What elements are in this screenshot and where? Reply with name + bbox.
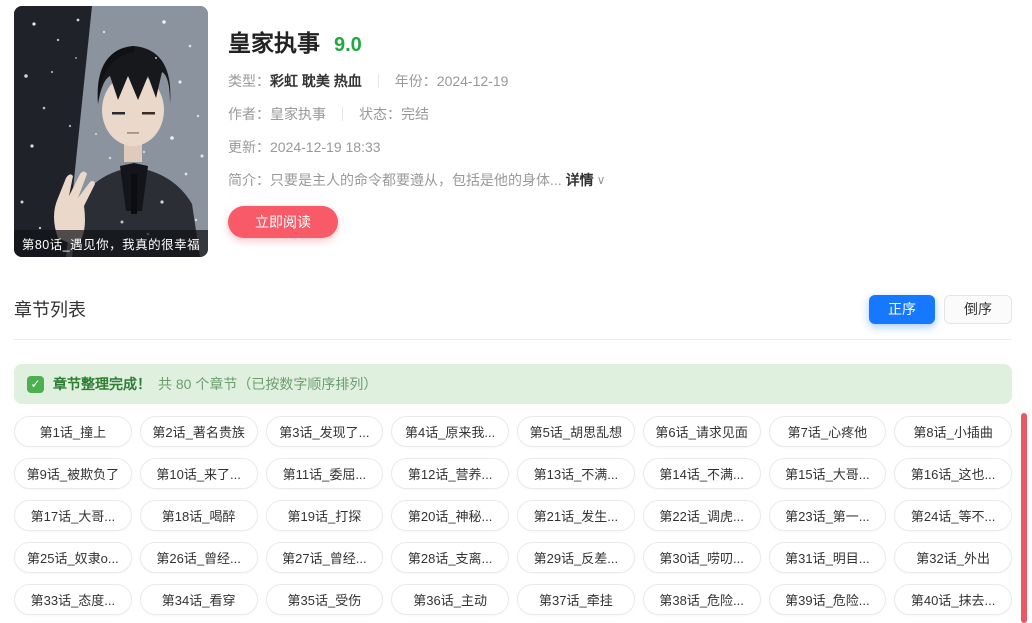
chapter-grid: 第1话_撞上第2话_著名贵族第3话_发现了...第4话_原来我... 第5话_胡思… bbox=[14, 416, 1012, 615]
cover-caption: 第80话_遇见你，我真的很幸福 bbox=[14, 230, 208, 257]
meta-line-type-year: 类型： 彩虹 耽美 热血 年份： 2024-12-19 bbox=[228, 71, 605, 91]
chapter-pill[interactable]: 第28话_支离... bbox=[391, 542, 509, 573]
sort-descending-button[interactable]: 倒序 bbox=[944, 295, 1012, 324]
rating-badge: 9.0 bbox=[334, 34, 362, 57]
status-label: 状态： bbox=[359, 104, 401, 124]
chapter-pill[interactable]: 第27话_曾经... bbox=[266, 542, 384, 573]
notice-bold-text: 章节整理完成！ bbox=[53, 374, 151, 394]
author-value: 皇家执事 bbox=[270, 104, 326, 124]
chapter-pill[interactable]: 第22话_调虎... bbox=[643, 500, 761, 531]
update-label: 更新： bbox=[228, 137, 270, 157]
chapter-pill[interactable]: 第24话_等不... bbox=[894, 500, 1012, 531]
divider bbox=[378, 74, 379, 88]
chapter-pill[interactable]: 第21话_发生... bbox=[517, 500, 635, 531]
chapter-section: 章节列表 正序 倒序 ✓ 章节整理完成！ 共 80 个章节（已按数字顺序排列） … bbox=[0, 295, 1032, 615]
chapter-pill[interactable]: 第4话_原来我... bbox=[391, 416, 509, 447]
chapter-pill[interactable]: 第1话_撞上 bbox=[14, 416, 132, 447]
chapter-pill[interactable]: 第16话_这也... bbox=[894, 458, 1012, 489]
chapter-pill[interactable]: 第13话_不满... bbox=[517, 458, 635, 489]
chapter-pill[interactable]: 第20话_神秘... bbox=[391, 500, 509, 531]
meta-line-update: 更新： 2024-12-19 18:33 bbox=[228, 137, 605, 157]
sort-button-group: 正序 倒序 bbox=[869, 295, 1012, 324]
notice-detail-text: 共 80 个章节（已按数字顺序排列） bbox=[158, 374, 377, 394]
cover-image[interactable]: 第80话_遇见你，我真的很幸福 bbox=[14, 6, 208, 257]
check-icon: ✓ bbox=[27, 376, 44, 393]
chapter-pill[interactable]: 第6话_请求见面 bbox=[643, 416, 761, 447]
chapter-list-title: 章节列表 bbox=[14, 296, 86, 322]
chapter-pill[interactable]: 第11话_委屈... bbox=[266, 458, 384, 489]
meta-line-author-status: 作者： 皇家执事 状态： 完结 bbox=[228, 104, 605, 124]
chapter-pill[interactable]: 第15话_大哥... bbox=[769, 458, 887, 489]
sort-ascending-button[interactable]: 正序 bbox=[869, 295, 935, 324]
chapter-pill[interactable]: 第33话_态度... bbox=[14, 584, 132, 615]
chapter-pill[interactable]: 第29话_反差... bbox=[517, 542, 635, 573]
chapter-pill[interactable]: 第26话_曾经... bbox=[140, 542, 258, 573]
page-scrollbar-thumb[interactable] bbox=[1021, 413, 1027, 623]
chapter-pill[interactable]: 第25话_奴隶o... bbox=[14, 542, 132, 573]
meta-line-intro: 简介： 只要是主人的命令都要遵从，包括是他的身体... 详情 ∨ bbox=[228, 170, 605, 190]
chapter-pill[interactable]: 第8话_小插曲 bbox=[894, 416, 1012, 447]
chapter-pill[interactable]: 第37话_牵挂 bbox=[517, 584, 635, 615]
sort-complete-notice: ✓ 章节整理完成！ 共 80 个章节（已按数字顺序排列） bbox=[14, 364, 1012, 404]
cover-art-illustration bbox=[14, 6, 208, 257]
page-title: 皇家执事 bbox=[228, 24, 320, 58]
type-label: 类型： bbox=[228, 71, 270, 91]
chapter-pill[interactable]: 第9话_被欺负了 bbox=[14, 458, 132, 489]
chapter-pill[interactable]: 第18话_喝醉 bbox=[140, 500, 258, 531]
chapter-pill[interactable]: 第14话_不满... bbox=[643, 458, 761, 489]
chapter-pill[interactable]: 第32话_外出 bbox=[894, 542, 1012, 573]
chapter-pill[interactable]: 第30话_唠叨... bbox=[643, 542, 761, 573]
detail-expand-link[interactable]: 详情 bbox=[566, 170, 594, 190]
chapter-pill[interactable]: 第34话_看穿 bbox=[140, 584, 258, 615]
chapter-pill[interactable]: 第10话_来了... bbox=[140, 458, 258, 489]
type-value: 彩虹 耽美 热血 bbox=[270, 71, 362, 91]
book-meta: 皇家执事 9.0 类型： 彩虹 耽美 热血 年份： 2024-12-19 作者：… bbox=[228, 6, 605, 257]
chapter-pill[interactable]: 第23话_第一... bbox=[769, 500, 887, 531]
chapter-pill[interactable]: 第19话_打探 bbox=[266, 500, 384, 531]
author-label: 作者： bbox=[228, 104, 270, 124]
read-now-button[interactable]: 立即阅读 bbox=[228, 206, 338, 238]
intro-label: 简介： bbox=[228, 170, 270, 190]
chapter-pill[interactable]: 第39话_危险... bbox=[769, 584, 887, 615]
chapter-pill[interactable]: 第40话_抹去... bbox=[894, 584, 1012, 615]
status-value: 完结 bbox=[401, 104, 429, 124]
chapter-pill[interactable]: 第7话_心疼他 bbox=[769, 416, 887, 447]
chapter-pill[interactable]: 第31话_明目... bbox=[769, 542, 887, 573]
update-value: 2024-12-19 18:33 bbox=[270, 137, 381, 157]
section-divider bbox=[14, 339, 1012, 340]
chevron-down-icon[interactable]: ∨ bbox=[597, 170, 606, 190]
chapter-pill[interactable]: 第12话_营养... bbox=[391, 458, 509, 489]
chapter-pill[interactable]: 第38话_危险... bbox=[643, 584, 761, 615]
chapter-pill[interactable]: 第3话_发现了... bbox=[266, 416, 384, 447]
chapter-pill[interactable]: 第35话_受伤 bbox=[266, 584, 384, 615]
chapter-pill[interactable]: 第5话_胡思乱想 bbox=[517, 416, 635, 447]
chapter-pill[interactable]: 第36话_主动 bbox=[391, 584, 509, 615]
divider bbox=[342, 107, 343, 121]
intro-value: 只要是主人的命令都要遵从，包括是他的身体... bbox=[270, 170, 562, 190]
year-value: 2024-12-19 bbox=[437, 71, 509, 91]
chapter-pill[interactable]: 第2话_著名贵族 bbox=[140, 416, 258, 447]
book-info-section: 第80话_遇见你，我真的很幸福 皇家执事 9.0 类型： 彩虹 耽美 热血 年份… bbox=[0, 0, 1032, 257]
year-label: 年份： bbox=[395, 71, 437, 91]
chapter-pill[interactable]: 第17话_大哥... bbox=[14, 500, 132, 531]
